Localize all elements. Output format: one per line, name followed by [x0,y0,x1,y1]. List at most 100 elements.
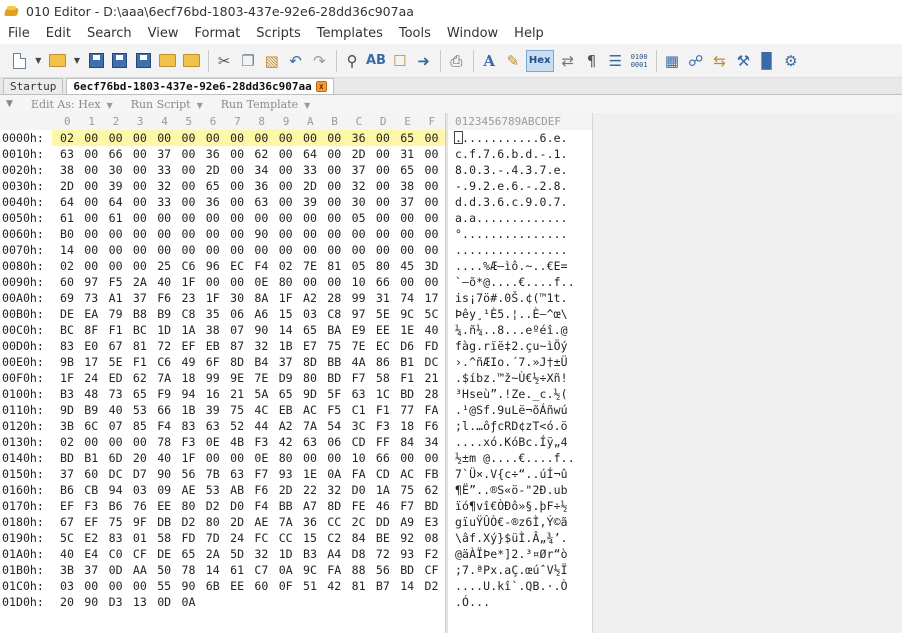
hex-byte[interactable]: 00 [157,211,171,225]
hex-byte[interactable]: 08 [425,531,439,545]
hex-byte[interactable]: 00 [327,243,341,257]
hex-byte[interactable]: 00 [279,163,293,177]
ascii-row[interactable]: ;l.…ôƒcRD¢zT<ó.ö [455,419,568,435]
hex-byte[interactable]: 51 [303,579,317,593]
hex-byte[interactable]: 00 [376,195,390,209]
ascii-row[interactable]: `—õ*@....€....f.. [455,275,575,291]
hex-byte[interactable]: F1 [133,355,147,369]
hex-byte[interactable]: 00 [84,579,98,593]
hex-byte[interactable]: F3 [182,435,196,449]
ascii-row[interactable]: gïuŸÛÒ€-®z6Ì,Ý©ã [455,515,568,531]
hex-row[interactable]: EF F3 B6 76 EE 80 D2 D0 F4 BB A7 8D FE 46 F7 BD [52,498,445,514]
hex-byte[interactable]: EB [279,403,293,417]
save-button[interactable] [85,49,107,73]
hex-byte[interactable]: 00 [157,227,171,241]
ascii-row[interactable]: ....%Æ–ìô.~..€E= [455,259,568,275]
hex-byte[interactable]: 00 [352,227,366,241]
hex-byte[interactable]: EF [84,515,98,529]
hex-row[interactable]: 02 00 00 00 00 00 00 00 00 00 00 00 36 00 65 00 [52,130,445,146]
hex-byte[interactable]: 00 [133,195,147,209]
hex-byte[interactable]: 00 [279,147,293,161]
hex-byte[interactable]: 00 [206,451,220,465]
hex-byte[interactable]: 4B [230,435,244,449]
hex-byte[interactable]: FC [254,531,268,545]
open-file-dropdown[interactable]: ▼ [70,49,83,73]
hex-byte[interactable]: 00 [376,163,390,177]
hex-byte[interactable]: 23 [182,291,196,305]
ascii-row[interactable]: ;7.ªPx.aÇ.œúˆV½Ï [455,563,568,579]
menu-templates[interactable]: Templates [309,26,391,41]
hex-byte[interactable]: 00 [206,227,220,241]
hex-byte[interactable]: 83 [109,531,123,545]
hex-row[interactable]: 3B 6C 07 85 F4 83 63 52 44 A2 7A 54 3C F3 18 F6 [52,418,445,434]
hex-byte[interactable]: 9E [230,371,244,385]
hex-byte[interactable]: BB [327,355,341,369]
hex-byte[interactable]: 00 [133,211,147,225]
hex-byte[interactable]: 00 [84,211,98,225]
hex-byte[interactable]: 2D [303,179,317,193]
hex-byte[interactable]: 36 [303,515,317,529]
hex-byte[interactable]: F1 [109,323,123,337]
font-button[interactable]: A [478,49,500,73]
hex-byte[interactable]: 6C [84,419,98,433]
hex-byte[interactable]: D0 [352,483,366,497]
hex-byte[interactable]: FE [352,499,366,513]
ascii-row[interactable]: ¶Ë”..®S«ö-"2Ð.ub [455,483,568,499]
hex-byte[interactable]: CC [327,515,341,529]
hex-byte[interactable]: 9C [400,307,414,321]
hex-byte[interactable]: 00 [327,227,341,241]
hex-byte[interactable]: 20 [60,595,74,609]
hex-byte[interactable]: D6 [400,339,414,353]
hex-byte[interactable]: DE [157,547,171,561]
hex-byte[interactable]: C8 [182,307,196,321]
hex-byte[interactable]: 93 [279,467,293,481]
hex-byte[interactable]: 88 [352,563,366,577]
binary-mode-button[interactable]: 0100 0001 [628,49,650,73]
hex-byte[interactable]: A9 [400,515,414,529]
hex-byte[interactable]: 00 [84,243,98,257]
hex-byte[interactable]: 3B [60,563,74,577]
hex-byte[interactable]: 67 [109,339,123,353]
hex-byte[interactable]: FA [327,563,341,577]
hex-byte[interactable]: 86 [376,355,390,369]
hex-byte[interactable]: 06 [230,307,244,321]
hex-row[interactable]: BD B1 6D 20 40 1F 00 00 0E 80 00 00 10 66 00 00 [52,450,445,466]
hex-byte[interactable]: FB [425,467,439,481]
hex-byte[interactable]: 00 [109,131,123,145]
hex-byte[interactable]: 65 [400,131,414,145]
ascii-row[interactable]: -.9.2.e.6.-.2.8. [455,179,568,195]
hex-byte[interactable]: 72 [376,547,390,561]
hex-byte[interactable]: 24 [230,531,244,545]
hex-byte[interactable]: A6 [254,307,268,321]
hex-byte[interactable]: 00 [230,179,244,193]
hex-byte[interactable]: 9D [303,387,317,401]
hex-byte[interactable]: EA [84,307,98,321]
hex-byte[interactable]: 28 [327,291,341,305]
hex-byte[interactable]: 00 [182,131,196,145]
hex-byte[interactable]: 00 [279,211,293,225]
hex-byte[interactable]: 00 [279,243,293,257]
hex-byte[interactable]: F7 [400,499,414,513]
hex-byte[interactable]: 14 [400,579,414,593]
hex-byte[interactable]: 65 [133,387,147,401]
hex-byte[interactable]: 00 [254,131,268,145]
hex-byte[interactable]: DB [157,515,171,529]
hex-byte[interactable]: 83 [60,339,74,353]
hex-byte[interactable]: 1E [303,467,317,481]
hex-byte[interactable]: 1A [376,483,390,497]
hex-byte[interactable]: B9 [84,403,98,417]
hex-byte[interactable]: C2 [327,531,341,545]
hex-byte[interactable]: 00 [182,163,196,177]
hex-byte[interactable]: C1 [352,403,366,417]
hex-byte[interactable]: 00 [109,579,123,593]
hex-byte[interactable]: B4 [254,355,268,369]
hex-byte[interactable]: 00 [327,131,341,145]
hex-byte[interactable]: 00 [279,131,293,145]
hex-row[interactable]: B0 00 00 00 00 00 00 00 90 00 00 00 00 00 00 00 [52,226,445,242]
hex-byte[interactable]: F2 [425,547,439,561]
text-mode-button[interactable]: ⇄ [557,49,579,73]
hex-byte[interactable]: 00 [376,227,390,241]
hex-byte[interactable]: 65 [182,547,196,561]
hex-byte[interactable]: 61 [109,211,123,225]
hex-byte[interactable]: 1F [182,451,196,465]
